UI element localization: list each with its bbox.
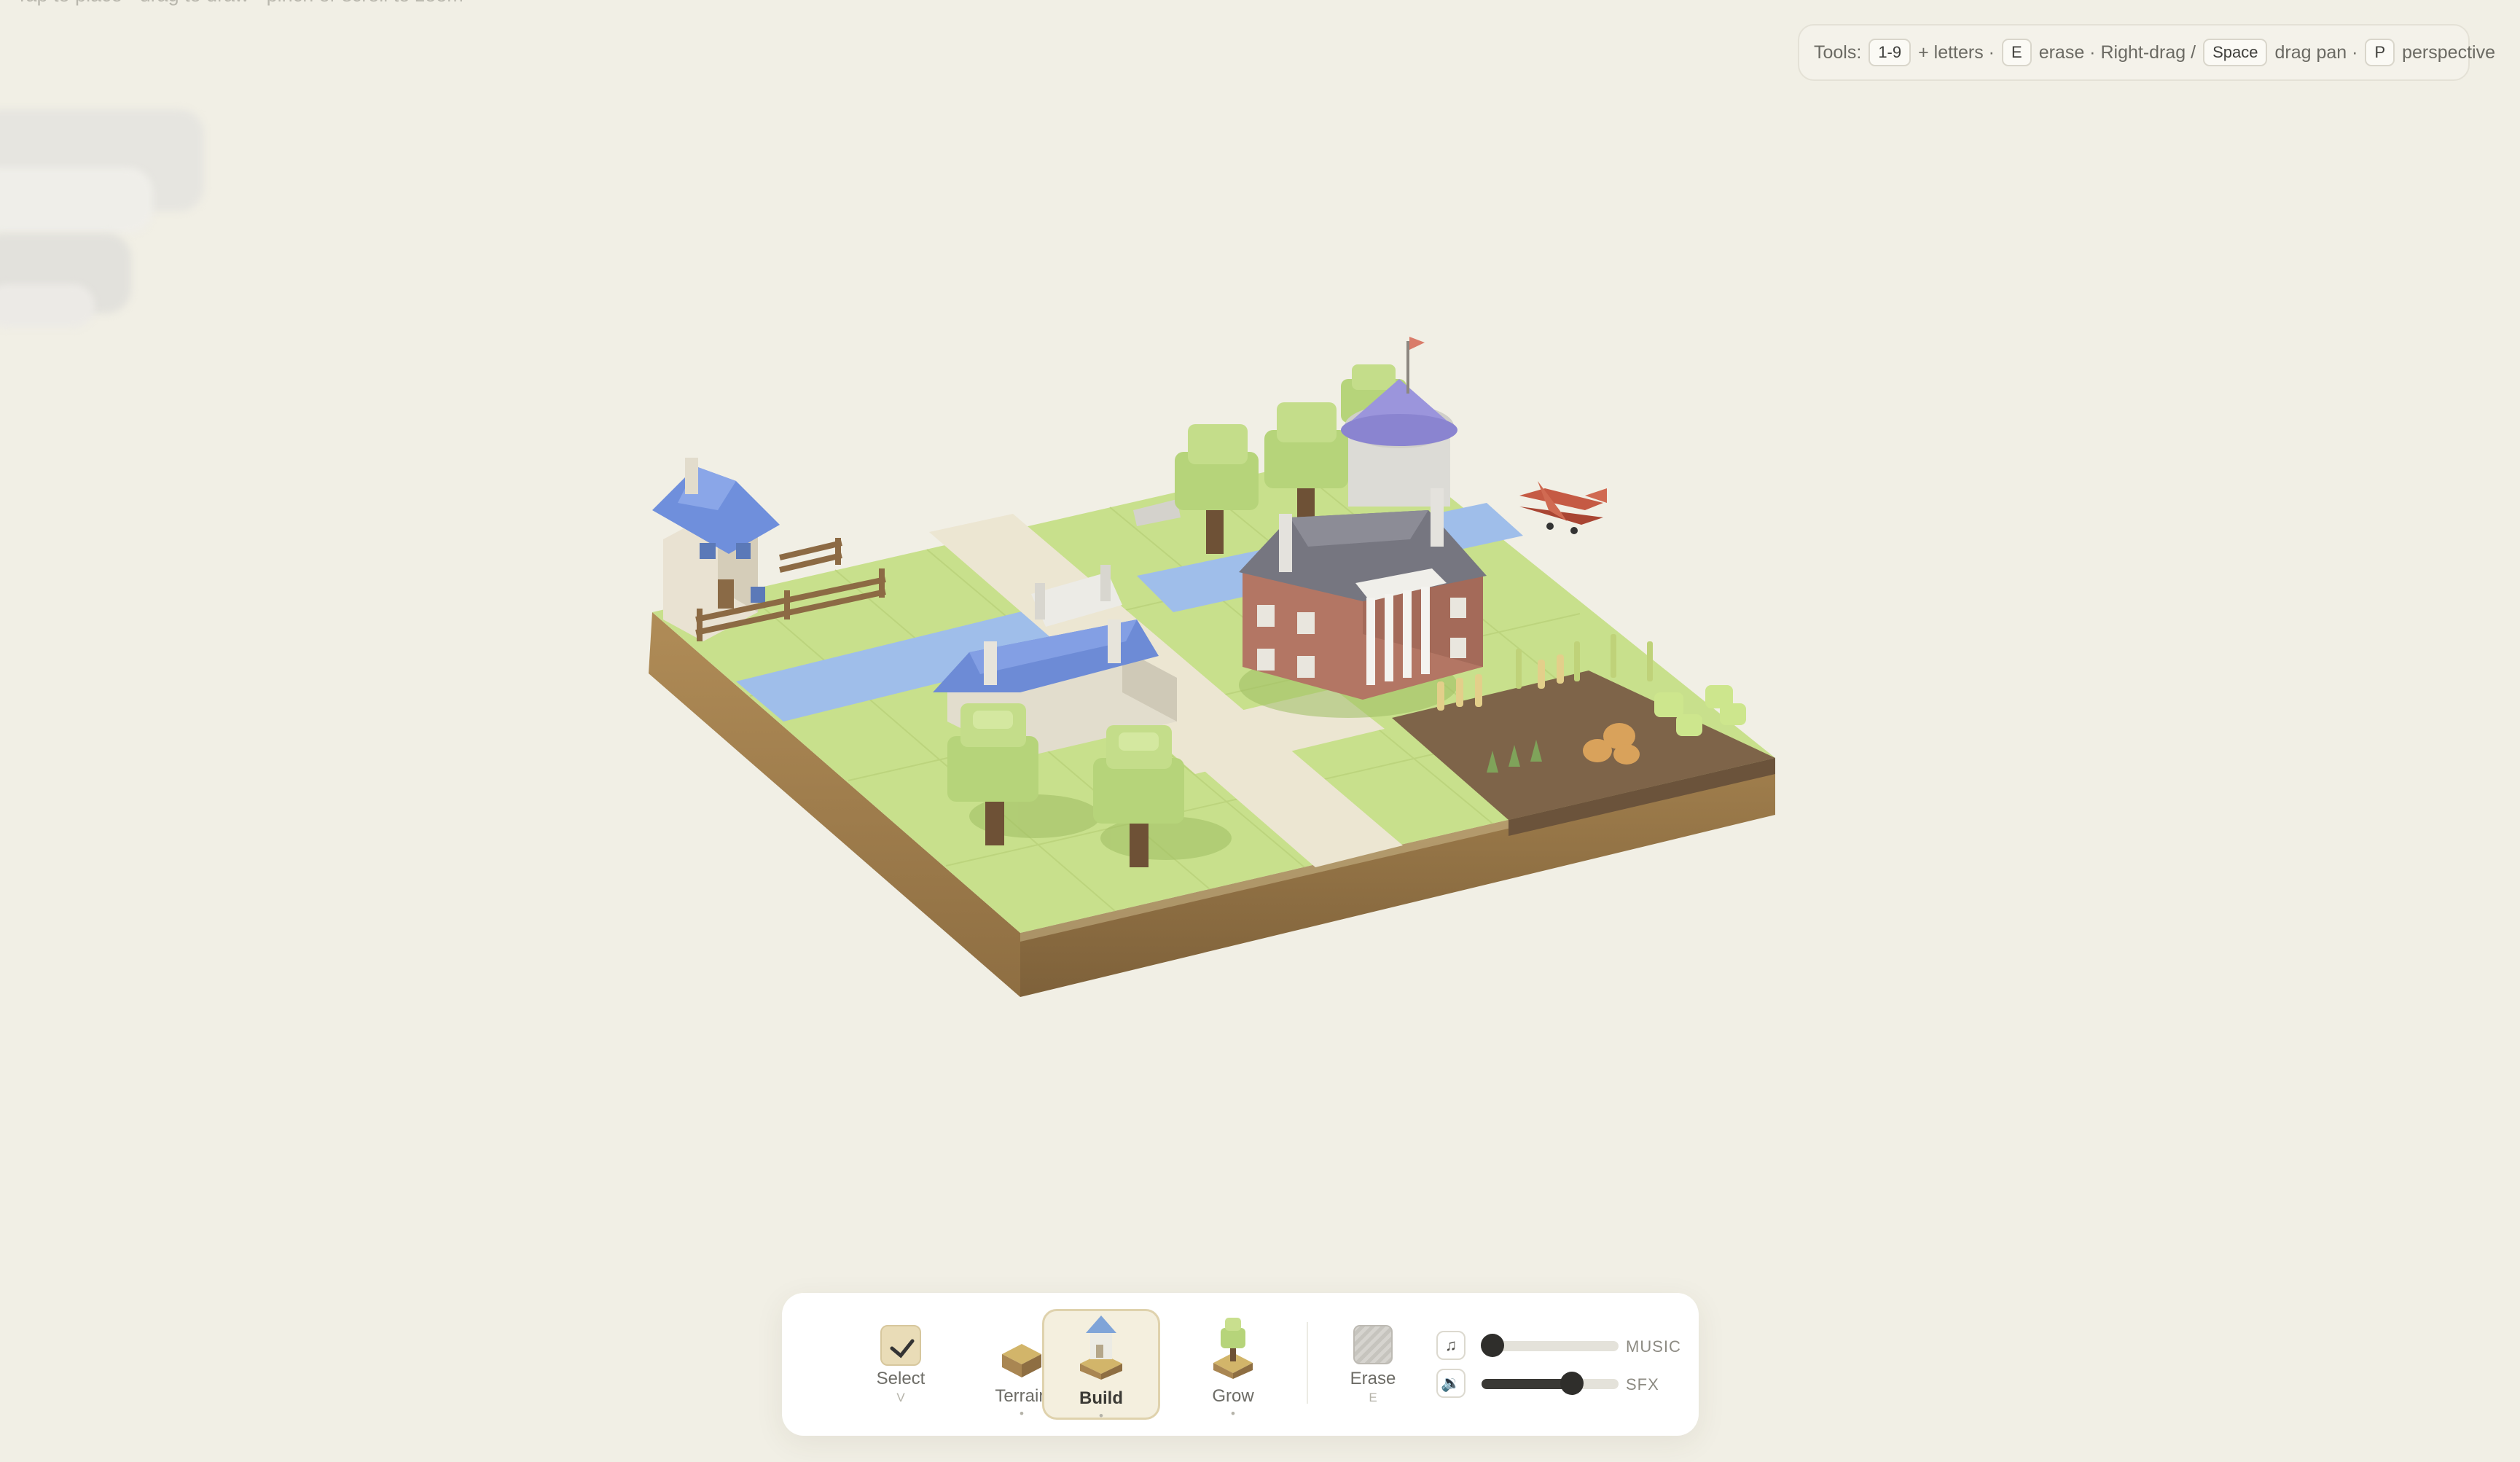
house-block-icon <box>1077 1313 1125 1383</box>
grow-label: Grow <box>1212 1386 1254 1406</box>
music-note-icon[interactable]: ♫ <box>1436 1331 1466 1360</box>
build-tool-button[interactable]: Build • <box>1042 1309 1160 1423</box>
sfx-slider-knob[interactable] <box>1560 1372 1584 1395</box>
build-label: Build <box>1079 1388 1123 1408</box>
speaker-icon[interactable]: 🔉 <box>1436 1369 1466 1398</box>
erase-tool-button[interactable]: Erase E <box>1314 1309 1432 1420</box>
music-volume-slider[interactable] <box>1481 1334 1619 1357</box>
sfx-slider-fill <box>1482 1379 1573 1389</box>
music-label: MUSIC <box>1626 1337 1681 1356</box>
terrain-block-icon <box>999 1340 1044 1384</box>
biplane[interactable] <box>1519 481 1607 534</box>
erase-tile-icon <box>1353 1325 1393 1364</box>
grow-shortcut: • <box>1231 1407 1235 1420</box>
select-label: Select <box>876 1369 926 1388</box>
silo-purple-roof[interactable] <box>1341 337 1457 507</box>
select-shortcut: V <box>896 1391 905 1404</box>
bottom-toolbar: Select V Terrain • Build • Grow • Erase … <box>782 1293 1699 1436</box>
music-slider-knob[interactable] <box>1481 1334 1505 1357</box>
grow-tool-button[interactable]: Grow • <box>1174 1309 1292 1420</box>
sfx-label: SFX <box>1626 1375 1659 1393</box>
flag <box>1409 337 1425 350</box>
erase-label: Erase <box>1350 1369 1396 1388</box>
select-tool-button[interactable]: Select V <box>842 1309 960 1420</box>
build-shortcut: • <box>1099 1409 1103 1423</box>
tree-block-icon <box>1210 1315 1256 1383</box>
game-scene[interactable] <box>0 0 2520 1462</box>
pointer-cursor-icon <box>880 1325 921 1366</box>
toolbar-divider <box>1307 1322 1308 1404</box>
sfx-volume-slider[interactable] <box>1482 1372 1619 1395</box>
erase-shortcut: E <box>1369 1391 1377 1404</box>
